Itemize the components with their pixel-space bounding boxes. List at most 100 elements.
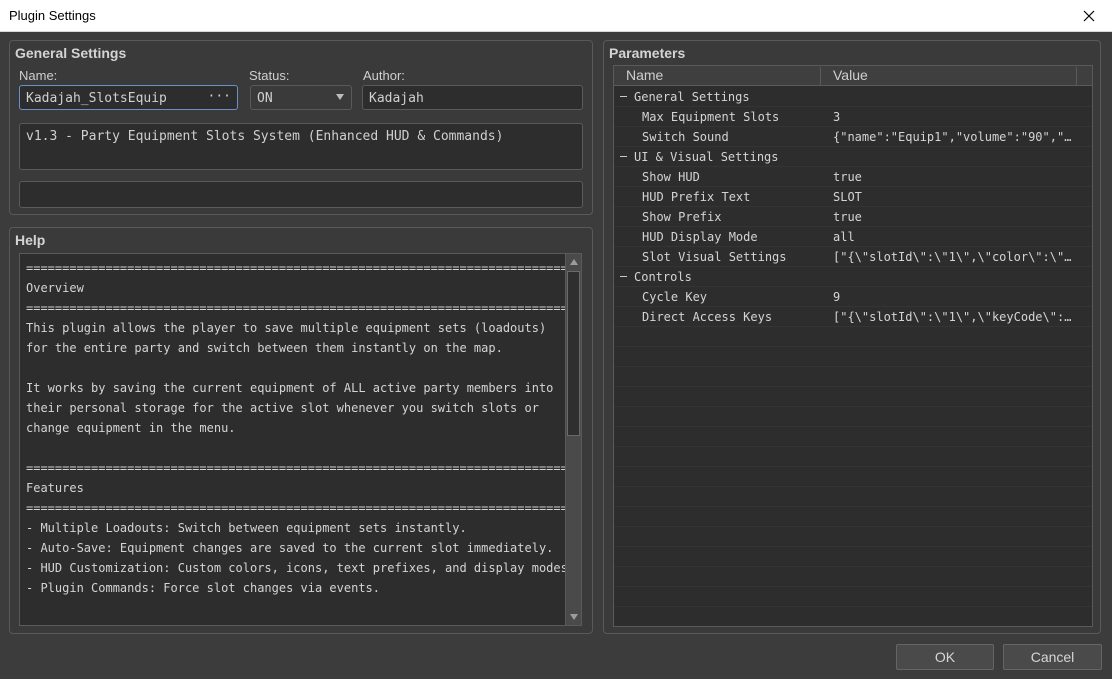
- tree-param-row[interactable]: Slot Visual Settings ["{\"slotId\":\"1\"…: [614, 247, 1092, 267]
- param-name: Slot Visual Settings: [642, 250, 787, 264]
- tree-empty-row: [614, 407, 1092, 427]
- description-value: v1.3 - Party Equipment Slots System (Enh…: [26, 129, 504, 144]
- param-name: Show Prefix: [642, 210, 722, 224]
- tree-empty-row: [614, 527, 1092, 547]
- param-name: Cycle Key: [642, 290, 708, 304]
- name-browse-button[interactable]: ···: [208, 89, 231, 104]
- tree-empty-row: [614, 547, 1092, 567]
- param-name: Switch Sound: [642, 130, 729, 144]
- param-value: 9: [833, 290, 841, 304]
- help-line: ========================================…: [26, 261, 565, 275]
- tree-param-row[interactable]: HUD Prefix Text SLOT: [614, 187, 1092, 207]
- tree-empty-row: [614, 587, 1092, 607]
- param-name: General Settings: [634, 90, 750, 104]
- param-name: Direct Access Keys: [642, 310, 773, 324]
- tree-param-row[interactable]: Cycle Key 9: [614, 287, 1092, 307]
- tree-param-row[interactable]: Max Equipment Slots 3: [614, 107, 1092, 127]
- name-field[interactable]: Kadajah_SlotsEquip ···: [19, 85, 238, 110]
- tree-rows: General Settings Max Equipment Slots 3 S…: [614, 87, 1092, 607]
- tree-empty-row: [614, 367, 1092, 387]
- tree-category-row[interactable]: Controls: [614, 267, 1092, 287]
- help-line: for the entire party and switch between …: [26, 341, 503, 355]
- tree-empty-row: [614, 327, 1092, 347]
- note-field[interactable]: [19, 181, 583, 208]
- help-line: - Multiple Loadouts: Switch between equi…: [26, 521, 467, 535]
- cancel-button[interactable]: Cancel: [1003, 644, 1102, 670]
- param-name: UI & Visual Settings: [634, 150, 779, 164]
- parameters-title: Parameters: [609, 45, 686, 61]
- close-button[interactable]: [1066, 0, 1112, 31]
- help-line: change equipment in the menu.: [26, 421, 236, 435]
- param-name: Controls: [634, 270, 692, 284]
- help-line: their personal storage for the active sl…: [26, 401, 539, 415]
- collapse-icon[interactable]: [620, 156, 627, 157]
- tree-param-row[interactable]: HUD Display Mode all: [614, 227, 1092, 247]
- tree-param-row[interactable]: Show HUD true: [614, 167, 1092, 187]
- help-line: It works by saving the current equipment…: [26, 381, 554, 395]
- author-label: Author:: [363, 68, 405, 83]
- help-line: Overview: [26, 281, 84, 295]
- author-value: Kadajah: [369, 91, 424, 106]
- collapse-icon[interactable]: [620, 276, 627, 277]
- name-label: Name:: [19, 68, 58, 83]
- help-text-area[interactable]: ========================================…: [19, 253, 565, 626]
- param-name: Show HUD: [642, 170, 700, 184]
- tree-param-row[interactable]: Direct Access Keys ["{\"slotId\":\"1\",\…: [614, 307, 1092, 327]
- scroll-thumb[interactable]: [567, 271, 580, 436]
- help-line: ========================================…: [26, 301, 565, 315]
- help-scrollbar[interactable]: [565, 253, 582, 626]
- name-value: Kadajah_SlotsEquip: [26, 91, 167, 106]
- tree-param-row[interactable]: Switch Sound {"name":"Equip1","volume":"…: [614, 127, 1092, 147]
- param-name: HUD Display Mode: [642, 230, 758, 244]
- tree-empty-row: [614, 447, 1092, 467]
- param-value: {"name":"Equip1","volume":"90","...: [833, 130, 1078, 144]
- status-label: Status:: [249, 68, 290, 83]
- parameters-tree[interactable]: Name Value General Settings Max Equipmen…: [613, 65, 1093, 627]
- help-title: Help: [15, 232, 46, 248]
- window-titlebar: Plugin Settings: [0, 0, 1112, 32]
- tree-category-row[interactable]: General Settings: [614, 87, 1092, 107]
- tree-empty-row: [614, 467, 1092, 487]
- scroll-down-icon[interactable]: [570, 614, 578, 620]
- general-settings-title: General Settings: [15, 45, 127, 61]
- help-line: - Plugin Commands: Force slot changes vi…: [26, 581, 381, 595]
- column-header-name[interactable]: Name: [614, 67, 821, 86]
- param-value: ["{\"slotId\":\"1\",\"color\":\"...: [833, 250, 1078, 264]
- tree-empty-row: [614, 487, 1092, 507]
- param-name: Max Equipment Slots: [642, 110, 780, 124]
- scroll-up-icon[interactable]: [570, 259, 578, 265]
- tree-empty-row: [614, 387, 1092, 407]
- ok-button[interactable]: OK: [896, 644, 994, 670]
- param-value: ["{\"slotId\":\"1\",\"keyCode\":...: [833, 310, 1078, 324]
- status-value: ON: [257, 91, 273, 106]
- author-field[interactable]: Kadajah: [362, 85, 583, 110]
- help-line: This plugin allows the player to save mu…: [26, 321, 547, 335]
- param-value: true: [833, 210, 862, 224]
- param-value: true: [833, 170, 862, 184]
- tree-empty-row: [614, 507, 1092, 527]
- help-line: Features: [26, 481, 84, 495]
- tree-empty-row: [614, 567, 1092, 587]
- close-icon: [1083, 10, 1095, 21]
- tree-header: Name Value: [614, 66, 1092, 86]
- tree-empty-row: [614, 347, 1092, 367]
- tree-category-row[interactable]: UI & Visual Settings: [614, 147, 1092, 167]
- tree-param-row[interactable]: Show Prefix true: [614, 207, 1092, 227]
- help-line: ========================================…: [26, 501, 565, 515]
- tree-empty-row: [614, 427, 1092, 447]
- param-value: all: [833, 230, 855, 244]
- help-line: - HUD Customization: Custom colors, icon…: [26, 561, 565, 575]
- window-title: Plugin Settings: [9, 8, 96, 23]
- status-select[interactable]: ON: [250, 85, 352, 110]
- column-header-value[interactable]: Value: [821, 67, 1077, 86]
- help-line: [26, 438, 565, 458]
- chevron-down-icon: [336, 94, 344, 100]
- description-field[interactable]: v1.3 - Party Equipment Slots System (Enh…: [19, 123, 583, 170]
- param-value: 3: [833, 110, 841, 124]
- help-line: [26, 358, 565, 378]
- param-name: HUD Prefix Text: [642, 190, 751, 204]
- help-line: ========================================…: [26, 461, 565, 475]
- help-line: - Auto-Save: Equipment changes are saved…: [26, 541, 554, 555]
- param-value: SLOT: [833, 190, 862, 204]
- collapse-icon[interactable]: [620, 96, 627, 97]
